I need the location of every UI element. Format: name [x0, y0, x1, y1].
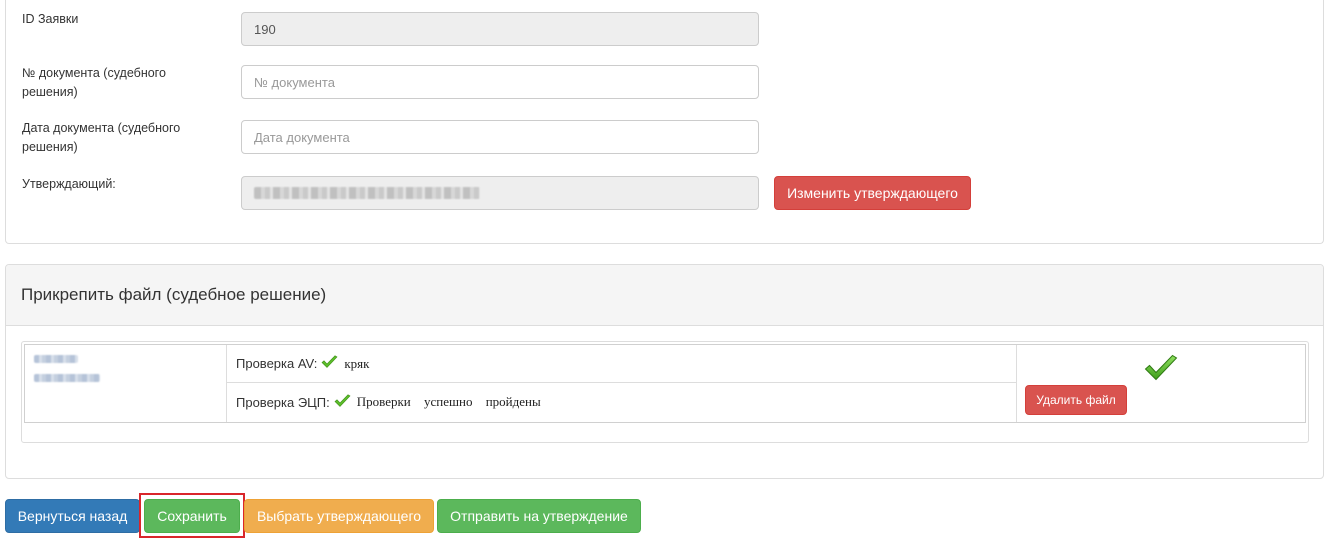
send-for-approval-button[interactable]: Отправить на утверждение	[437, 499, 641, 533]
approver-label: Утверждающий:	[22, 177, 116, 191]
file-actions-cell: Удалить файл	[1017, 345, 1305, 422]
doc-number-input[interactable]	[241, 65, 759, 99]
file-name-cell	[25, 345, 227, 422]
attach-file-panel: Прикрепить файл (судебное решение) Прове…	[5, 264, 1324, 479]
approver-field	[241, 176, 759, 210]
doc-date-label: Дата документа (судебного решения)	[22, 121, 181, 154]
sig-check-label: Проверка ЭЦП:	[236, 394, 330, 410]
request-id-label: ID Заявки	[22, 12, 79, 26]
file-checks-cell: Проверка AV: кряк Проверка ЭЦП: Проверки…	[227, 345, 1017, 422]
back-button[interactable]: Вернуться назад	[5, 499, 140, 533]
change-approver-button[interactable]: Изменить утверждающего	[774, 176, 971, 210]
doc-date-input[interactable]	[241, 120, 759, 154]
file-size-redacted	[34, 374, 100, 382]
av-check-row: Проверка AV: кряк	[227, 345, 1016, 383]
doc-number-label: № документа (судебного решения)	[22, 66, 166, 99]
big-check-icon	[1144, 354, 1178, 385]
check-icon	[321, 355, 338, 372]
sig-check-result: Проверки успешно пройдены	[356, 394, 541, 409]
check-icon	[334, 393, 351, 411]
attach-panel-title: Прикрепить файл (судебное решение)	[21, 285, 327, 304]
request-id-value: 190	[254, 21, 276, 37]
request-id-field: 190	[241, 12, 759, 46]
sig-check-row: Проверка ЭЦП: Проверки успешно пройдены	[227, 383, 1016, 421]
file-name-redacted	[34, 355, 78, 363]
attach-panel-heading: Прикрепить файл (судебное решение)	[6, 265, 1323, 326]
save-button[interactable]: Сохранить	[144, 499, 240, 533]
choose-approver-button[interactable]: Выбрать утверждающего	[244, 499, 434, 533]
av-check-result: кряк	[344, 355, 370, 371]
delete-file-button[interactable]: Удалить файл	[1025, 385, 1127, 415]
file-table: Проверка AV: кряк Проверка ЭЦП: Проверки…	[24, 344, 1306, 423]
request-form-panel: ID Заявки 190 № документа (судебного реш…	[5, 0, 1324, 244]
av-check-label: Проверка AV:	[236, 356, 318, 371]
approver-name-redacted	[254, 187, 480, 199]
file-list-well: Проверка AV: кряк Проверка ЭЦП: Проверки…	[21, 341, 1309, 443]
